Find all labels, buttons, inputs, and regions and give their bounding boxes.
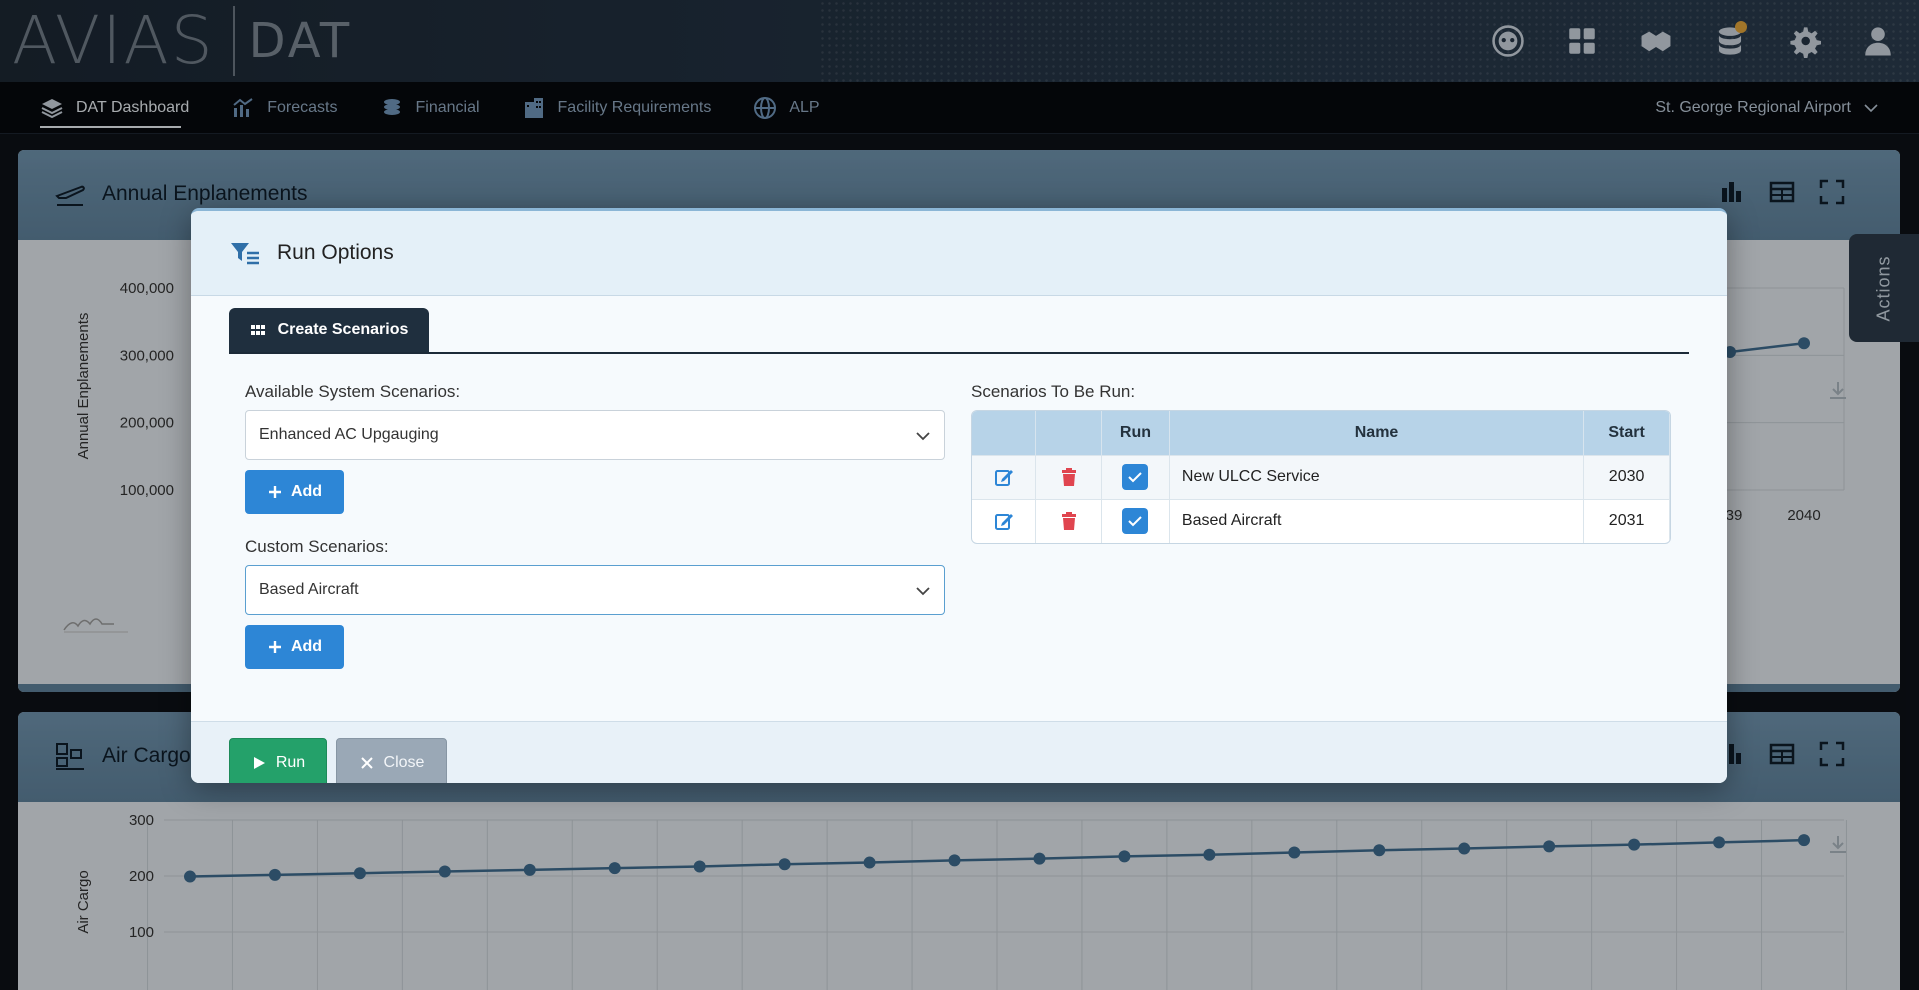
trash-icon[interactable] bbox=[1058, 466, 1080, 488]
scenarios-table: Run Name Start New ULCC Service 2030 Bas… bbox=[971, 410, 1671, 544]
table-header-row: Run Name Start bbox=[972, 411, 1670, 455]
scenarios-to-run-label: Scenarios To Be Run: bbox=[971, 382, 1136, 401]
table-row: Based Aircraft 2031 bbox=[972, 498, 1670, 543]
run-options-modal: Run Options Create Scenarios Available S… bbox=[191, 208, 1727, 783]
scenario-start-cell: 2030 bbox=[1583, 454, 1670, 499]
modal-body: Create Scenarios Available System Scenar… bbox=[191, 296, 1727, 721]
available-scenarios-label: Available System Scenarios: bbox=[245, 382, 461, 401]
add-system-scenario-button[interactable]: Add bbox=[245, 470, 344, 514]
scenario-name-cell: Based Aircraft bbox=[1169, 498, 1585, 543]
custom-scenarios-label: Custom Scenarios: bbox=[245, 537, 389, 556]
modal-title: Run Options bbox=[277, 241, 394, 264]
button-label: Add bbox=[290, 638, 323, 655]
delete-cell bbox=[1035, 498, 1103, 543]
close-button[interactable]: Close bbox=[336, 738, 447, 783]
run-checkbox[interactable] bbox=[1122, 464, 1149, 490]
tab-create-scenarios[interactable]: Create Scenarios bbox=[229, 308, 429, 352]
run-column-header[interactable]: Run bbox=[1101, 411, 1170, 455]
table-row: New ULCC Service 2030 bbox=[972, 454, 1670, 499]
scenario-start-cell: 2031 bbox=[1583, 498, 1670, 543]
close-icon bbox=[360, 757, 373, 769]
modal-tabs: Create Scenarios bbox=[229, 308, 1689, 354]
run-checkbox[interactable] bbox=[1122, 508, 1149, 535]
name-column-header[interactable]: Name bbox=[1169, 411, 1585, 455]
button-label: Close bbox=[383, 754, 425, 771]
edit-icon[interactable] bbox=[993, 466, 1015, 488]
modal-header: Run Options bbox=[191, 211, 1727, 296]
chevron-down-icon bbox=[916, 587, 930, 596]
select-value: Based Aircraft bbox=[259, 581, 359, 598]
filter-list-icon bbox=[231, 243, 259, 265]
start-column-header[interactable]: Start bbox=[1583, 411, 1670, 455]
modal-footer: Run Close bbox=[191, 721, 1727, 783]
button-label: Run bbox=[275, 754, 306, 771]
add-custom-scenario-button[interactable]: Add bbox=[245, 625, 344, 669]
select-value: Enhanced AC Upgauging bbox=[259, 426, 439, 443]
edit-column-header bbox=[972, 411, 1037, 455]
plus-icon bbox=[268, 641, 281, 653]
run-cell bbox=[1101, 454, 1170, 499]
plus-icon bbox=[268, 486, 281, 498]
edit-cell bbox=[972, 454, 1037, 499]
run-cell bbox=[1101, 498, 1170, 543]
grid-dots-icon bbox=[250, 325, 265, 335]
custom-scenarios-select[interactable]: Based Aircraft bbox=[245, 565, 945, 615]
available-scenarios-select[interactable]: Enhanced AC Upgauging bbox=[245, 410, 945, 460]
play-icon bbox=[253, 757, 265, 769]
button-label: Add bbox=[290, 483, 323, 500]
chevron-down-icon bbox=[916, 432, 930, 441]
delete-cell bbox=[1035, 454, 1103, 499]
check-icon bbox=[1128, 472, 1143, 483]
tab-label: Create Scenarios bbox=[277, 321, 409, 338]
edit-cell bbox=[972, 498, 1037, 543]
check-icon bbox=[1128, 516, 1143, 527]
scenario-name-cell: New ULCC Service bbox=[1169, 454, 1585, 499]
edit-icon[interactable] bbox=[993, 510, 1015, 532]
run-button[interactable]: Run bbox=[229, 738, 327, 783]
delete-column-header bbox=[1035, 411, 1103, 455]
trash-icon[interactable] bbox=[1058, 510, 1080, 532]
